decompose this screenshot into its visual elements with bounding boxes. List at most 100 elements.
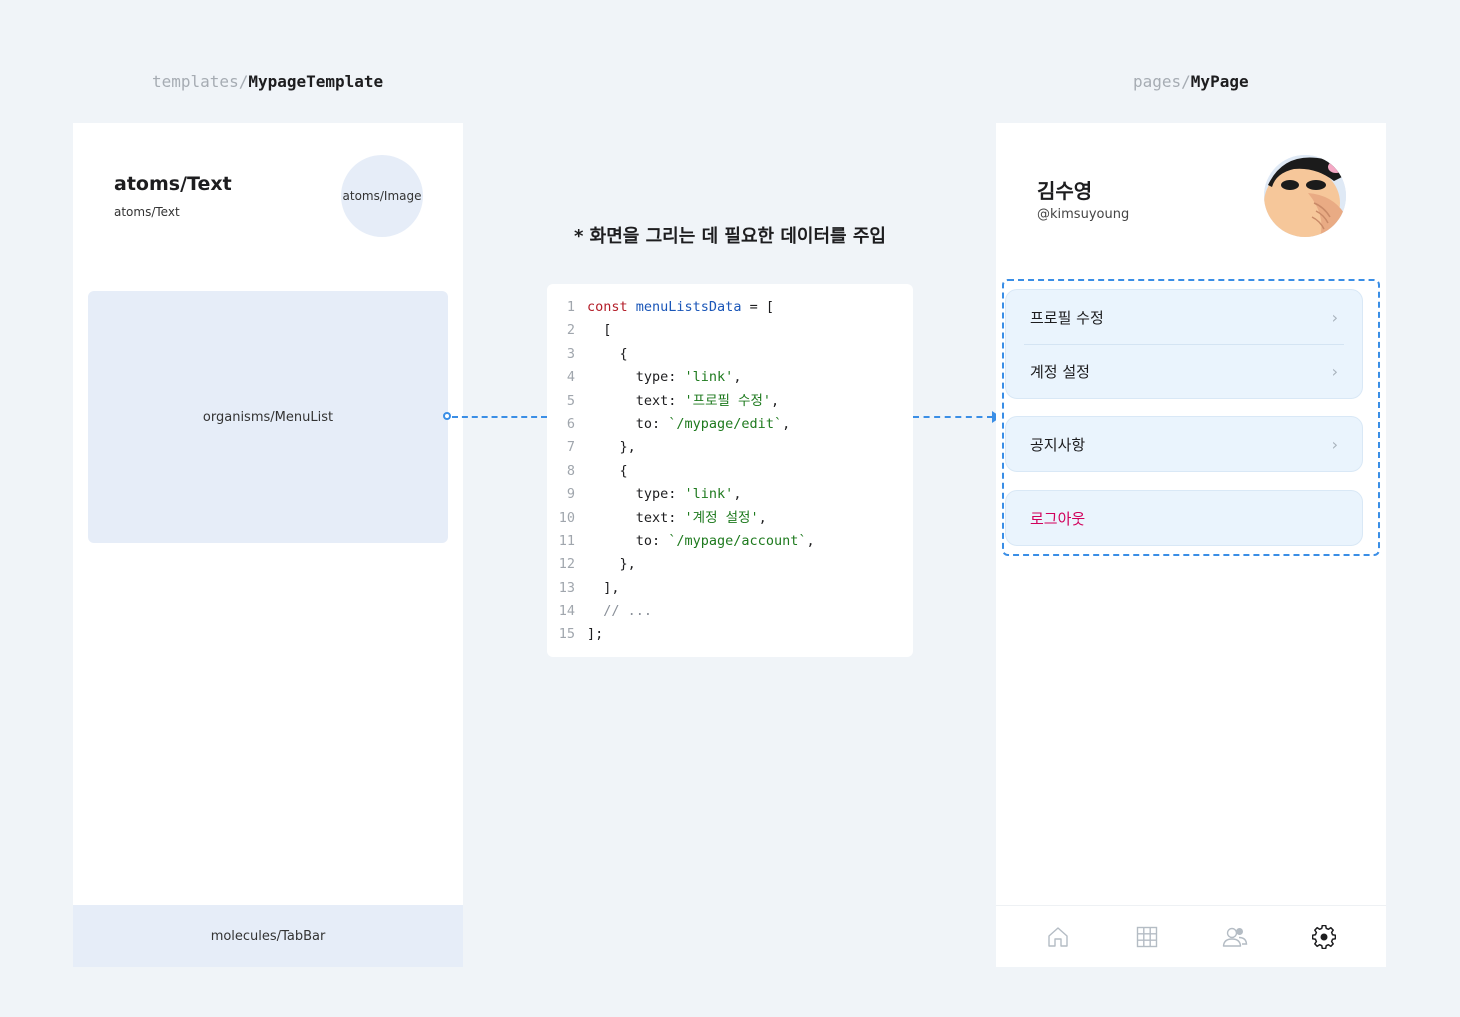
code-block: 1 const menuListsData = [ 2 [ 3 { 4 type:… <box>547 284 913 657</box>
template-image-placeholder: atoms/Image <box>341 155 423 237</box>
code-line: 4 type: 'link', <box>547 366 913 389</box>
code-line: 9 type: 'link', <box>547 483 913 506</box>
mypage-panel: 김수영 @kimsuyoung 프로필 수정 › 계정 설정 › 공지사항 › <box>996 123 1386 967</box>
menu-item-label: 공지사항 <box>1030 435 1086 454</box>
code-string: `/mypage/account` <box>668 532 807 549</box>
line-number: 8 <box>566 462 575 479</box>
code-string: 'link' <box>684 486 734 503</box>
code-text: , <box>733 486 742 503</box>
code-string: `/mypage/edit` <box>668 415 783 432</box>
template-path-label: templates/MypageTemplate <box>152 72 383 91</box>
template-tabbar-label: molecules/TabBar <box>210 928 326 944</box>
code-comment: // ... <box>587 603 653 620</box>
code-text: }, <box>587 439 636 456</box>
template-menulist-placeholder: organisms/MenuList <box>88 291 448 543</box>
code-string: '계정 설정' <box>684 509 759 526</box>
code-text: ]; <box>587 626 604 643</box>
menu-group-notice: 공지사항 › <box>1005 416 1363 472</box>
tab-settings[interactable] <box>1304 917 1344 957</box>
code-line: 11 to: `/mypage/account`, <box>547 530 913 553</box>
users-icon <box>1223 927 1248 947</box>
code-line: 15]; <box>547 623 913 646</box>
code-key: to: <box>587 415 669 432</box>
menu-item-account-settings[interactable]: 계정 설정 › <box>1024 344 1344 398</box>
line-number: 14 <box>558 603 575 620</box>
menu-item-label: 프로필 수정 <box>1030 308 1104 327</box>
code-line: 7 }, <box>547 436 913 459</box>
code-text: { <box>587 462 628 479</box>
template-image-label: atoms/Image <box>342 189 422 203</box>
gear-icon <box>1311 924 1336 949</box>
connector-line-right <box>913 416 993 418</box>
menu-group-account: 프로필 수정 › 계정 설정 › <box>1005 289 1363 399</box>
logout-button[interactable]: 로그아웃 <box>1006 491 1362 545</box>
connector-start-dot <box>443 412 451 420</box>
line-number: 12 <box>558 556 575 573</box>
code-text: = [ <box>741 299 774 315</box>
line-number: 3 <box>566 345 575 362</box>
code-keyword: const <box>587 299 628 315</box>
template-path-name: MypageTemplate <box>248 72 384 91</box>
tab-bar <box>996 905 1386 967</box>
code-text: [ <box>587 322 612 339</box>
menu-item-edit-profile[interactable]: 프로필 수정 › <box>1006 290 1362 344</box>
code-text: }, <box>587 556 636 573</box>
page-path-label: pages/MyPage <box>1133 72 1249 91</box>
page-path-name: MyPage <box>1190 72 1249 91</box>
line-number: 7 <box>566 439 575 456</box>
code-text: { <box>587 345 628 362</box>
menu-item-notice[interactable]: 공지사항 › <box>1006 417 1362 471</box>
code-line: 3 { <box>547 343 913 366</box>
code-key: type: <box>587 369 685 386</box>
code-text: , <box>758 509 767 526</box>
code-line: 13 ], <box>547 577 913 600</box>
line-number: 4 <box>566 369 575 386</box>
user-name: 김수영 <box>1037 179 1093 203</box>
line-number: 11 <box>558 532 575 549</box>
code-text: , <box>782 415 791 432</box>
template-subtitle-placeholder: atoms/Text <box>114 205 180 219</box>
tab-users[interactable] <box>1215 917 1255 957</box>
connector-line-left <box>452 416 547 418</box>
chevron-right-icon: › <box>1331 434 1338 454</box>
line-number: 6 <box>566 415 575 432</box>
code-key: text: <box>587 392 685 409</box>
menu-group-logout: 로그아웃 <box>1005 490 1363 546</box>
code-line: 14 // ... <box>547 600 913 623</box>
code-text: , <box>771 392 780 409</box>
code-variable: menuListsData <box>635 299 742 315</box>
tab-grid[interactable] <box>1127 917 1167 957</box>
code-key: to: <box>587 532 669 549</box>
injection-caption: * 화면을 그리는 데 필요한 데이터를 주입 <box>574 226 886 247</box>
template-menulist-label: organisms/MenuList <box>202 409 334 425</box>
chevron-right-icon: › <box>1331 362 1338 381</box>
menu-item-label: 계정 설정 <box>1030 363 1090 381</box>
code-line: 8 { <box>547 460 913 483</box>
user-handle: @kimsuyoung <box>1037 207 1130 222</box>
home-icon <box>1048 926 1068 947</box>
code-line: 6 to: `/mypage/edit`, <box>547 413 913 436</box>
code-line: 10 text: '계정 설정', <box>547 507 913 530</box>
chevron-right-icon: › <box>1331 307 1338 327</box>
code-line: 2 [ <box>547 319 913 342</box>
tab-home[interactable] <box>1038 917 1078 957</box>
template-path-prefix: templates/ <box>152 72 249 91</box>
code-line: 12 }, <box>547 553 913 576</box>
code-string: 'link' <box>684 369 734 386</box>
page-path-prefix: pages/ <box>1133 72 1191 91</box>
code-line: 5 text: '프로필 수정', <box>547 390 913 413</box>
line-number: 13 <box>558 579 575 596</box>
template-panel: atoms/Text atoms/Text atoms/Image organi… <box>73 123 463 967</box>
avatar-illustration <box>1264 155 1346 237</box>
logout-label: 로그아웃 <box>1030 509 1086 528</box>
template-tabbar-placeholder: molecules/TabBar <box>73 905 463 967</box>
code-text: , <box>733 369 742 386</box>
line-number: 5 <box>566 392 575 409</box>
code-key: text: <box>587 509 685 526</box>
code-string: '프로필 수정' <box>684 392 772 409</box>
avatar[interactable] <box>1264 155 1346 237</box>
code-key: type: <box>587 486 685 503</box>
code-text: , <box>806 532 815 549</box>
grid-icon <box>1136 926 1157 947</box>
code-text: ], <box>587 579 620 596</box>
